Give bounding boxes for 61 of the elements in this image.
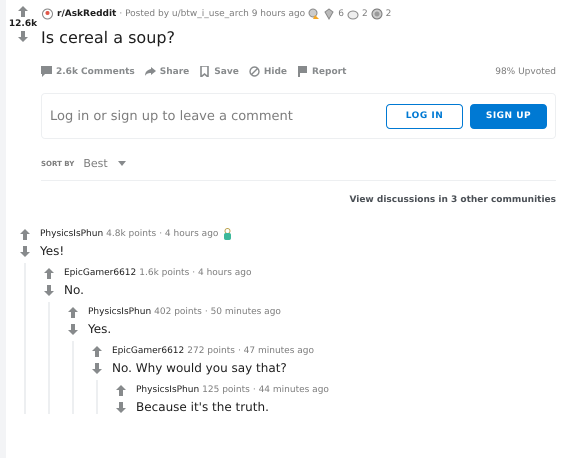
downvote-icon[interactable] [92,363,102,374]
upvote-icon[interactable] [92,346,102,357]
comment-text: No. Why would you say that? [112,361,288,375]
vote-score: 12.6k [8,19,38,29]
award-count: 2 [362,9,368,19]
award-icon [346,8,359,20]
hide-icon [248,66,260,77]
upvote-ratio: 98% Upvoted [495,66,556,76]
comment-text: No. [64,283,85,297]
other-discussions-link[interactable]: View discussions in 3 other communities [41,195,556,205]
signup-button[interactable]: SIGN UP [470,104,547,128]
comment-box[interactable]: Log in or sign up to leave a comment LOG IN SIGN UP [41,93,556,139]
subreddit-link[interactable]: r/AskReddit [57,9,116,19]
comment-time: · 4 hours ago [159,229,218,239]
upvote-icon[interactable] [18,6,28,17]
award-count: 6 [338,9,344,19]
share-icon [144,66,156,77]
comment-icon [41,66,52,77]
sort-dropdown[interactable]: Best [83,157,126,170]
comment-author[interactable]: EpicGamer6612 [64,268,136,278]
downvote-icon[interactable] [44,285,54,296]
coin-icon [370,8,383,20]
subreddit-icon [41,8,54,20]
upvote-icon[interactable] [116,385,126,396]
comment-author[interactable]: EpicGamer6612 [112,346,184,356]
flag-icon [297,66,308,77]
post-action[interactable]: Save [199,66,239,77]
comment-text: Yes! [40,244,66,258]
post-title: Is cereal a soup? [41,28,176,47]
comment-author[interactable]: PhysicsIsPhun [136,385,200,395]
comment-time: · 4 hours ago [192,268,252,278]
comment-points: 1.6k points [139,268,190,278]
upvote-icon[interactable] [20,229,30,240]
post-action[interactable]: Report [297,66,346,77]
post-action[interactable]: Hide [248,66,287,77]
bookmark-icon [199,66,210,77]
post-action[interactable]: Share [144,66,190,77]
downvote-icon[interactable] [68,324,78,335]
downvote-icon[interactable] [18,31,28,42]
login-button[interactable]: LOG IN [386,104,463,128]
comment-time: · 50 minutes ago [204,307,281,317]
comment-points: 272 points [187,346,235,356]
comment-author[interactable]: PhysicsIsPhun [88,307,152,317]
downvote-icon[interactable] [20,246,30,257]
award-count: 2 [386,9,392,19]
comment-text: Because it's the truth. [136,400,270,414]
comment-points: 402 points [154,307,202,317]
upvote-icon[interactable] [68,307,78,318]
comment-points: 125 points [202,385,250,395]
comment-points: 4.8k points [106,229,156,239]
downvote-icon[interactable] [116,402,126,413]
post-meta: · Posted by u/btw_i_use_arch 9 hours ago [119,9,306,19]
upvote-icon[interactable] [44,268,54,279]
comment-time: · 44 minutes ago [252,385,329,395]
comment-author[interactable]: PhysicsIsPhun [40,229,104,239]
post-action[interactable]: 2.6k Comments [41,66,135,77]
caret-icon [118,161,126,166]
comment-text: Yes. [88,322,112,336]
award-icon [308,8,320,20]
award-icon [323,8,336,20]
comment-time: · 47 minutes ago [238,346,314,356]
